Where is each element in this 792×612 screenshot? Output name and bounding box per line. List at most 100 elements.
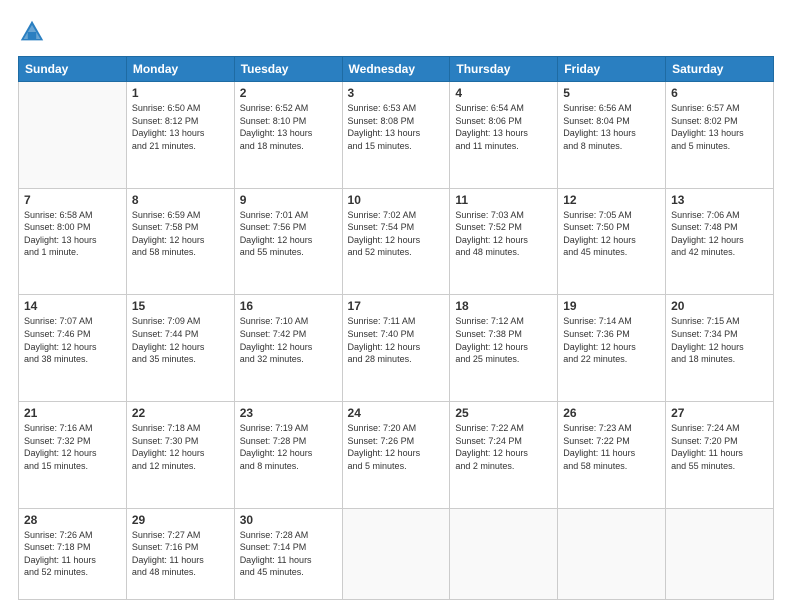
calendar-cell: 27 Sunrise: 7:24 AM Sunset: 7:20 PM Dayli… — [666, 401, 774, 508]
weekday-header-monday: Monday — [126, 57, 234, 82]
calendar-cell: 17 Sunrise: 7:11 AM Sunset: 7:40 PM Dayli… — [342, 295, 450, 402]
calendar-cell — [342, 508, 450, 599]
calendar-cell: 10Sunrise: 7:02 AM Sunset: 7:54 PM Dayli… — [342, 188, 450, 295]
day-info: Sunrise: 7:22 AM Sunset: 7:24 PM Dayligh… — [455, 422, 552, 472]
day-info: Sunrise: 7:20 AM Sunset: 7:26 PM Dayligh… — [348, 422, 445, 472]
day-number: 30 — [240, 513, 337, 527]
calendar-cell: 26Sunrise: 7:23 AM Sunset: 7:22 PM Dayli… — [558, 401, 666, 508]
day-number: 14 — [24, 299, 121, 313]
day-number: 16 — [240, 299, 337, 313]
calendar-table: SundayMondayTuesdayWednesdayThursdayFrid… — [18, 56, 774, 600]
day-number: 20 — [671, 299, 768, 313]
calendar-cell — [19, 82, 127, 189]
calendar-cell: 3 Sunrise: 6:53 AM Sunset: 8:08 PM Daylig… — [342, 82, 450, 189]
day-number: 22 — [132, 406, 229, 420]
logo-icon — [18, 18, 46, 46]
calendar-cell: 15 Sunrise: 7:09 AM Sunset: 7:44 PM Dayli… — [126, 295, 234, 402]
calendar-cell: 23 Sunrise: 7:19 AM Sunset: 7:28 PM Dayli… — [234, 401, 342, 508]
calendar-cell: 11Sunrise: 7:03 AM Sunset: 7:52 PM Dayli… — [450, 188, 558, 295]
day-number: 10 — [348, 193, 445, 207]
calendar-cell: 1 Sunrise: 6:50 AM Sunset: 8:12 PM Daylig… — [126, 82, 234, 189]
calendar-cell: 21 Sunrise: 7:16 AM Sunset: 7:32 PM Dayli… — [19, 401, 127, 508]
day-number: 19 — [563, 299, 660, 313]
calendar-cell — [558, 508, 666, 599]
day-info: Sunrise: 7:27 AM Sunset: 7:16 PM Dayligh… — [132, 529, 229, 579]
day-number: 13 — [671, 193, 768, 207]
day-number: 27 — [671, 406, 768, 420]
day-number: 9 — [240, 193, 337, 207]
day-info: Sunrise: 7:15 AM Sunset: 7:34 PM Dayligh… — [671, 315, 768, 365]
calendar-cell: 24 Sunrise: 7:20 AM Sunset: 7:26 PM Dayli… — [342, 401, 450, 508]
day-number: 15 — [132, 299, 229, 313]
day-info: Sunrise: 7:19 AM Sunset: 7:28 PM Dayligh… — [240, 422, 337, 472]
page: SundayMondayTuesdayWednesdayThursdayFrid… — [0, 0, 792, 612]
weekday-header-sunday: Sunday — [19, 57, 127, 82]
day-info: Sunrise: 7:01 AM Sunset: 7:56 PM Dayligh… — [240, 209, 337, 259]
calendar-cell: 22 Sunrise: 7:18 AM Sunset: 7:30 PM Dayli… — [126, 401, 234, 508]
day-number: 5 — [563, 86, 660, 100]
weekday-header-tuesday: Tuesday — [234, 57, 342, 82]
weekday-header-wednesday: Wednesday — [342, 57, 450, 82]
day-number: 12 — [563, 193, 660, 207]
day-info: Sunrise: 6:52 AM Sunset: 8:10 PM Dayligh… — [240, 102, 337, 152]
calendar-week-row: 7Sunrise: 6:58 AM Sunset: 8:00 PM Daylig… — [19, 188, 774, 295]
calendar-cell: 12 Sunrise: 7:05 AM Sunset: 7:50 PM Dayli… — [558, 188, 666, 295]
day-number: 29 — [132, 513, 229, 527]
day-number: 24 — [348, 406, 445, 420]
calendar-cell: 28 Sunrise: 7:26 AM Sunset: 7:18 PM Dayli… — [19, 508, 127, 599]
day-number: 23 — [240, 406, 337, 420]
day-info: Sunrise: 7:16 AM Sunset: 7:32 PM Dayligh… — [24, 422, 121, 472]
day-number: 17 — [348, 299, 445, 313]
day-info: Sunrise: 7:26 AM Sunset: 7:18 PM Dayligh… — [24, 529, 121, 579]
day-number: 18 — [455, 299, 552, 313]
day-number: 21 — [24, 406, 121, 420]
day-info: Sunrise: 7:14 AM Sunset: 7:36 PM Dayligh… — [563, 315, 660, 365]
day-number: 2 — [240, 86, 337, 100]
logo — [18, 18, 50, 46]
day-info: Sunrise: 6:54 AM Sunset: 8:06 PM Dayligh… — [455, 102, 552, 152]
weekday-header-friday: Friday — [558, 57, 666, 82]
day-info: Sunrise: 6:59 AM Sunset: 7:58 PM Dayligh… — [132, 209, 229, 259]
day-number: 25 — [455, 406, 552, 420]
day-number: 6 — [671, 86, 768, 100]
calendar-cell: 13 Sunrise: 7:06 AM Sunset: 7:48 PM Dayli… — [666, 188, 774, 295]
day-info: Sunrise: 6:57 AM Sunset: 8:02 PM Dayligh… — [671, 102, 768, 152]
calendar-cell: 4Sunrise: 6:54 AM Sunset: 8:06 PM Daylig… — [450, 82, 558, 189]
calendar-week-row: 28 Sunrise: 7:26 AM Sunset: 7:18 PM Dayli… — [19, 508, 774, 599]
day-info: Sunrise: 7:12 AM Sunset: 7:38 PM Dayligh… — [455, 315, 552, 365]
weekday-header-row: SundayMondayTuesdayWednesdayThursdayFrid… — [19, 57, 774, 82]
calendar-cell: 16Sunrise: 7:10 AM Sunset: 7:42 PM Dayli… — [234, 295, 342, 402]
calendar-week-row: 14 Sunrise: 7:07 AM Sunset: 7:46 PM Dayli… — [19, 295, 774, 402]
calendar-cell: 18 Sunrise: 7:12 AM Sunset: 7:38 PM Dayli… — [450, 295, 558, 402]
calendar-cell: 2 Sunrise: 6:52 AM Sunset: 8:10 PM Daylig… — [234, 82, 342, 189]
calendar-cell — [666, 508, 774, 599]
calendar-cell: 29 Sunrise: 7:27 AM Sunset: 7:16 PM Dayli… — [126, 508, 234, 599]
day-info: Sunrise: 7:28 AM Sunset: 7:14 PM Dayligh… — [240, 529, 337, 579]
day-info: Sunrise: 7:24 AM Sunset: 7:20 PM Dayligh… — [671, 422, 768, 472]
calendar-cell: 9 Sunrise: 7:01 AM Sunset: 7:56 PM Daylig… — [234, 188, 342, 295]
day-info: Sunrise: 7:06 AM Sunset: 7:48 PM Dayligh… — [671, 209, 768, 259]
day-info: Sunrise: 7:11 AM Sunset: 7:40 PM Dayligh… — [348, 315, 445, 365]
calendar-week-row: 1 Sunrise: 6:50 AM Sunset: 8:12 PM Daylig… — [19, 82, 774, 189]
calendar-cell: 6 Sunrise: 6:57 AM Sunset: 8:02 PM Daylig… — [666, 82, 774, 189]
calendar-cell: 30 Sunrise: 7:28 AM Sunset: 7:14 PM Dayli… — [234, 508, 342, 599]
day-info: Sunrise: 7:09 AM Sunset: 7:44 PM Dayligh… — [132, 315, 229, 365]
calendar-cell: 8 Sunrise: 6:59 AM Sunset: 7:58 PM Daylig… — [126, 188, 234, 295]
day-number: 28 — [24, 513, 121, 527]
calendar-cell: 19 Sunrise: 7:14 AM Sunset: 7:36 PM Dayli… — [558, 295, 666, 402]
day-info: Sunrise: 7:05 AM Sunset: 7:50 PM Dayligh… — [563, 209, 660, 259]
day-info: Sunrise: 7:18 AM Sunset: 7:30 PM Dayligh… — [132, 422, 229, 472]
day-info: Sunrise: 7:07 AM Sunset: 7:46 PM Dayligh… — [24, 315, 121, 365]
day-info: Sunrise: 6:50 AM Sunset: 8:12 PM Dayligh… — [132, 102, 229, 152]
day-info: Sunrise: 6:56 AM Sunset: 8:04 PM Dayligh… — [563, 102, 660, 152]
day-number: 8 — [132, 193, 229, 207]
weekday-header-thursday: Thursday — [450, 57, 558, 82]
calendar-week-row: 21 Sunrise: 7:16 AM Sunset: 7:32 PM Dayli… — [19, 401, 774, 508]
day-number: 3 — [348, 86, 445, 100]
day-info: Sunrise: 6:53 AM Sunset: 8:08 PM Dayligh… — [348, 102, 445, 152]
day-number: 7 — [24, 193, 121, 207]
day-info: Sunrise: 7:03 AM Sunset: 7:52 PM Dayligh… — [455, 209, 552, 259]
day-number: 1 — [132, 86, 229, 100]
header — [18, 18, 774, 46]
day-info: Sunrise: 7:23 AM Sunset: 7:22 PM Dayligh… — [563, 422, 660, 472]
